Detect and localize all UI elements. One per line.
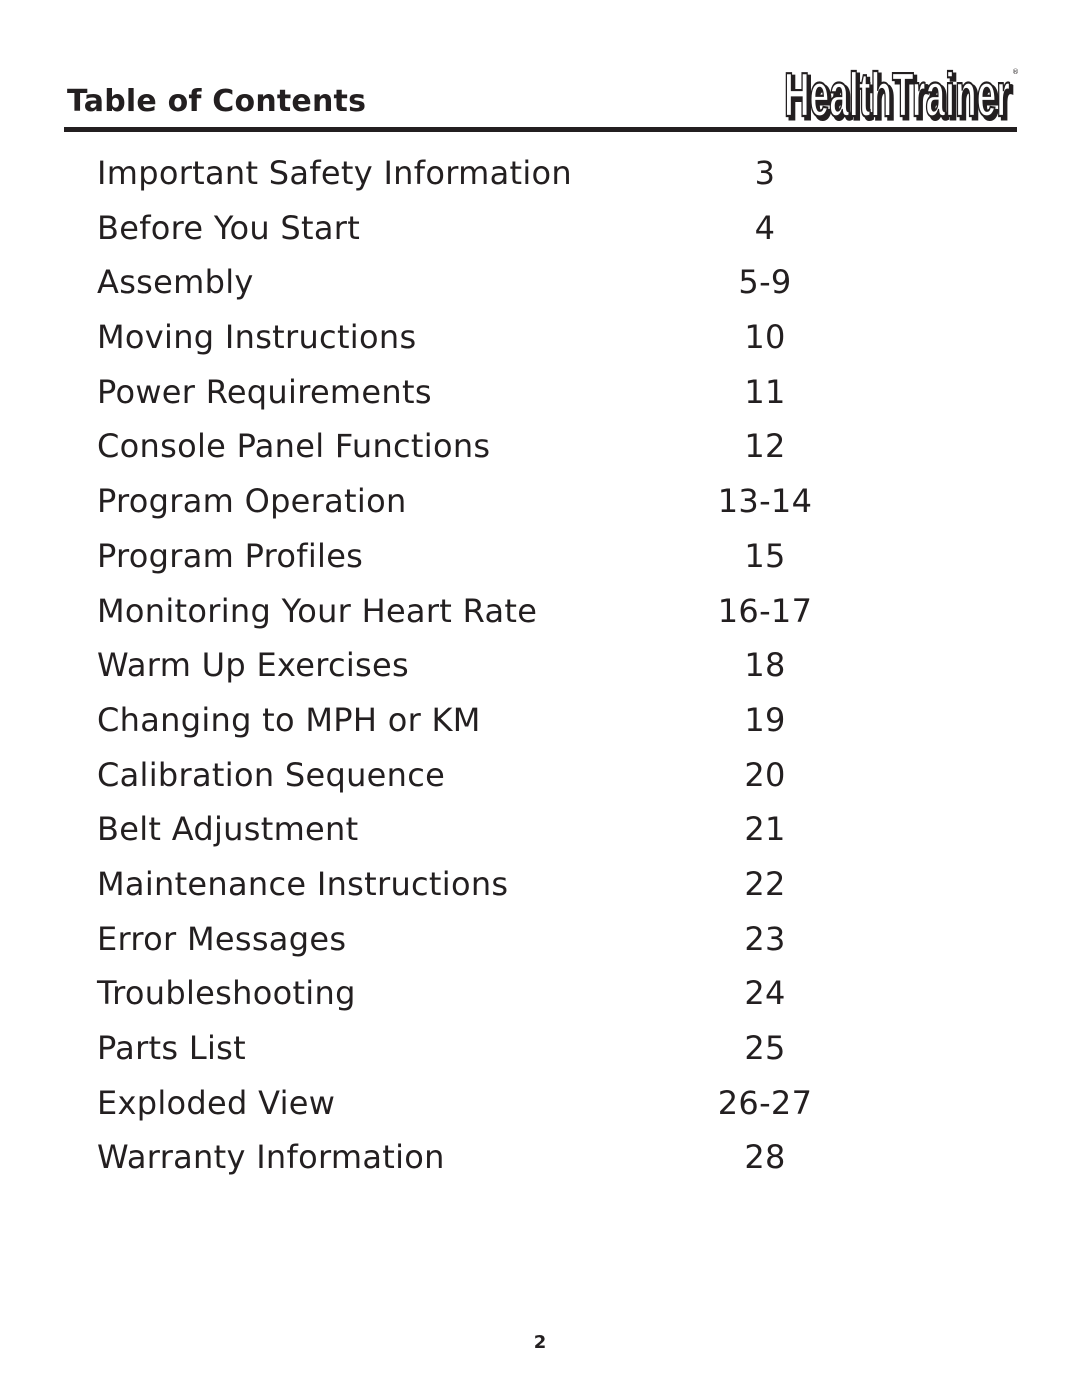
toc-entry-label: Moving Instructions [97, 318, 417, 357]
toc-entry[interactable]: Calibration Sequence 20 [0, 748, 1080, 803]
toc-entry-label: Before You Start [97, 208, 361, 247]
toc-entry-label: Monitoring Your Heart Rate [97, 591, 538, 630]
toc-entry[interactable]: Belt Adjustment 21 [0, 802, 1080, 857]
toc-entry-label: Troubleshooting [97, 974, 356, 1013]
toc-entry-label: Exploded View [97, 1083, 336, 1122]
toc-entry-label: Error Messages [97, 919, 347, 958]
toc-entry-page: 12 [744, 427, 786, 466]
toc-entry-label: Changing to MPH or KM [97, 700, 481, 739]
toc-entry-page: 11 [744, 372, 786, 411]
toc-entry-label: Belt Adjustment [97, 810, 359, 849]
toc-entry-page: 22 [744, 864, 786, 903]
toc-entry[interactable]: Maintenance Instructions 22 [0, 857, 1080, 912]
toc-entry-page: 26-27 [717, 1083, 813, 1122]
toc-entry[interactable]: Before You Start 4 [0, 201, 1080, 256]
toc-entry[interactable]: Assembly 5-9 [0, 255, 1080, 310]
toc-entry-page: 19 [744, 700, 786, 739]
toc-entry-page: 25 [744, 1029, 786, 1067]
toc-entry-label: Console Panel Functions [97, 427, 491, 466]
toc-entry-page: 21 [744, 810, 786, 849]
toc-entry-page: 16-17 [717, 591, 813, 630]
toc-entry-label: Assembly [97, 263, 254, 302]
toc-entry-label: Maintenance Instructions [97, 864, 509, 903]
toc-entry-page: 23 [744, 919, 786, 958]
trademark-symbol: ® [1012, 68, 1019, 76]
toc-entry-page: 18 [744, 646, 786, 685]
toc-entry[interactable]: Monitoring Your Heart Rate 16-17 [0, 584, 1080, 639]
toc-entry-label: Important Safety Information [97, 154, 572, 192]
toc-entry-page: 5-9 [738, 263, 792, 302]
logo-wordmark: HealthTrainer HealthTrainer ® [784, 60, 1019, 124]
toc-entry[interactable]: Parts List 25 [0, 1021, 1080, 1076]
toc-entry-label: Program Profiles [97, 536, 364, 575]
toc-entry-label: Warm Up Exercises [97, 646, 409, 685]
toc-entry[interactable]: Power Requirements 11 [0, 365, 1080, 420]
toc-entry-page: 24 [744, 974, 786, 1013]
toc-entry-label: Parts List [97, 1029, 246, 1067]
toc-entry[interactable]: Troubleshooting 24 [0, 966, 1080, 1021]
toc-entry-page: 20 [744, 755, 786, 794]
page-header: Table of Contents HealthTrainer HealthTr… [64, 60, 1019, 134]
toc-entry-page: 13-14 [717, 482, 813, 521]
healthtrainer-logo: HealthTrainer HealthTrainer ® [784, 60, 1019, 124]
table-of-contents: Important Safety Information 3 Before Yo… [0, 146, 1080, 1185]
page-title: Table of Contents [67, 84, 367, 119]
toc-entry[interactable]: Exploded View 26-27 [0, 1076, 1080, 1131]
header-divider [64, 127, 1017, 132]
toc-entry[interactable]: Warranty Information 28 [0, 1130, 1080, 1185]
logo-text: HealthTrainer [784, 61, 1010, 124]
toc-entry-page: 3 [754, 154, 776, 192]
toc-entry-page: 10 [744, 318, 786, 357]
page-number: 2 [533, 1332, 547, 1353]
toc-entry[interactable]: Important Safety Information 3 [0, 146, 1080, 201]
toc-entry[interactable]: Program Operation 13-14 [0, 474, 1080, 529]
toc-entry[interactable]: Error Messages 23 [0, 912, 1080, 967]
toc-entry-label: Program Operation [97, 482, 407, 521]
toc-entry[interactable]: Console Panel Functions 12 [0, 419, 1080, 474]
toc-entry-page: 28 [744, 1138, 786, 1177]
toc-entry-page: 15 [744, 536, 786, 575]
toc-entry-label: Power Requirements [97, 372, 432, 411]
toc-entry-page: 4 [754, 208, 776, 247]
toc-entry[interactable]: Changing to MPH or KM 19 [0, 693, 1080, 748]
toc-entry[interactable]: Moving Instructions 10 [0, 310, 1080, 365]
toc-entry[interactable]: Warm Up Exercises 18 [0, 638, 1080, 693]
toc-entry-label: Warranty Information [97, 1138, 445, 1177]
toc-entry-label: Calibration Sequence [97, 755, 446, 794]
toc-entry[interactable]: Program Profiles 15 [0, 529, 1080, 584]
